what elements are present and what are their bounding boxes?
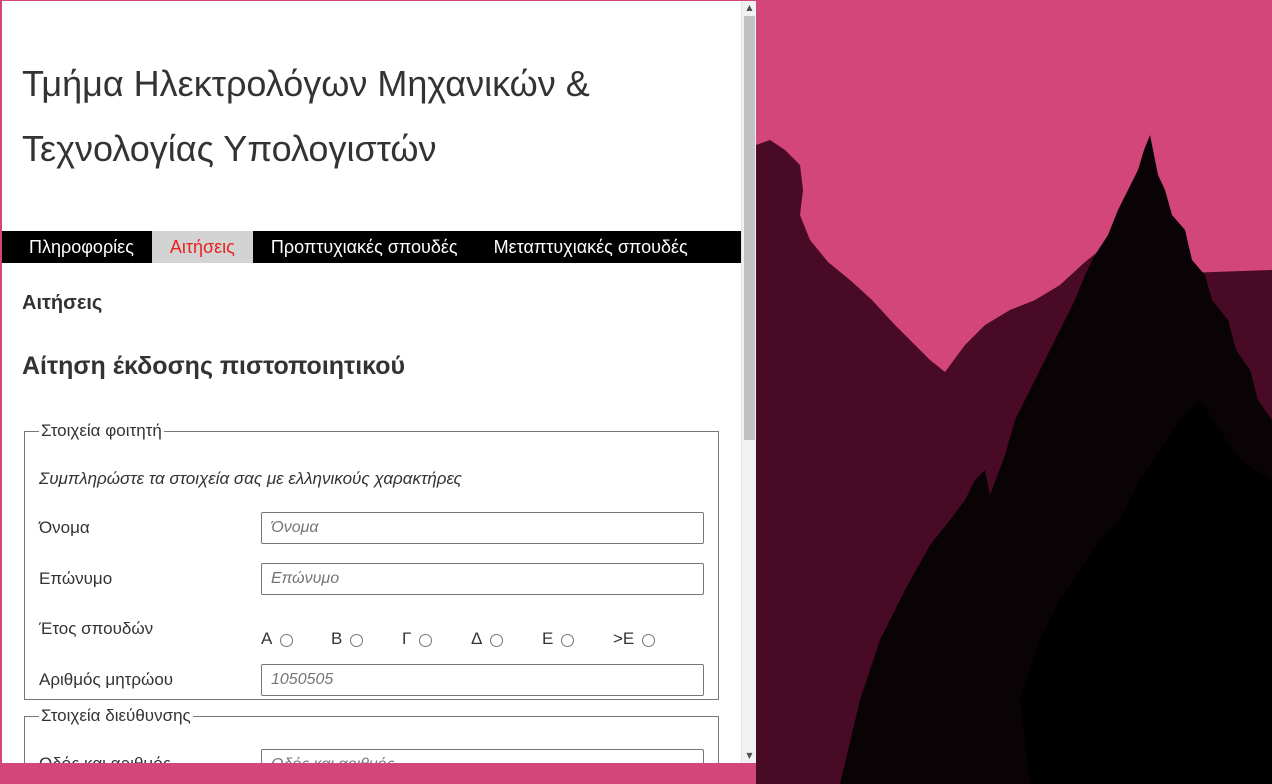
radio-button[interactable] [561,634,575,647]
nav-item-postgraduate[interactable]: Μεταπτυχιακές σπουδές [476,231,706,263]
student-fieldset: Στοιχεία φοιτητή Συμπληρώστε τα στοιχεία… [24,421,719,700]
year-option-b[interactable]: Β [331,629,364,649]
year-option-label: Ε [542,629,554,648]
year-option-c[interactable]: Γ [402,629,433,649]
site-title-line1: Τμήμα Ηλεκτρολόγων Μηχανικών & [22,63,590,104]
year-option-label: Γ [402,629,412,648]
vertical-scrollbar[interactable]: ▲ ▼ [741,1,756,763]
year-option-beyond-e[interactable]: >Ε [613,629,656,649]
address-legend: Στοιχεία διεύθυνσης [41,706,191,725]
year-option-a[interactable]: Α [261,629,294,649]
nav-item-applications[interactable]: Αιτήσεις [151,231,253,263]
site-title: Τμήμα Ηλεκτρολόγων Μηχανικών & Τεχνολογί… [22,51,722,181]
radio-button[interactable] [419,634,433,647]
first-name-input[interactable] [261,512,704,544]
last-name-label: Επώνυμο [39,569,113,588]
form-hint: Συμπληρώστε τα στοιχεία σας με ελληνικού… [39,469,462,488]
nav-item-undergraduate[interactable]: Προπτυχιακές σπουδές [253,231,476,263]
radio-button[interactable] [490,634,504,647]
radio-button[interactable] [350,634,364,647]
year-option-e[interactable]: Ε [542,629,575,649]
year-label: Έτος σπουδών [39,619,154,638]
student-legend: Στοιχεία φοιτητή [41,421,162,440]
section-label: Αιτήσεις [22,292,103,314]
last-name-input[interactable] [261,563,704,595]
street-input[interactable] [261,749,704,763]
form-title: Αίτηση έκδοσης πιστοποιητικού [22,352,406,380]
registration-label: Αριθμός μητρώου [39,670,174,689]
year-option-label: >Ε [613,629,635,648]
scrollbar-thumb[interactable] [744,16,755,440]
main-nav: Πληροφορίες Αιτήσεις Προπτυχιακές σπουδέ… [2,231,741,263]
year-option-label: Β [331,629,343,648]
year-option-label: Α [261,629,273,648]
scroll-up-icon[interactable]: ▲ [742,1,757,15]
page-panel: Τμήμα Ηλεκτρολόγων Μηχανικών & Τεχνολογί… [2,1,741,763]
radio-button[interactable] [280,634,294,647]
year-option-label: Δ [471,629,483,648]
scroll-down-icon[interactable]: ▼ [742,749,757,763]
street-label: Οδός και αριθμός [39,754,171,763]
radio-button[interactable] [642,634,656,647]
year-option-d[interactable]: Δ [471,629,504,649]
first-name-label: Όνομα [39,518,90,537]
address-fieldset: Στοιχεία διεύθυνσης Οδός και αριθμός [24,706,719,763]
registration-input[interactable] [261,664,704,696]
site-title-line2: Τεχνολογίας Υπολογιστών [22,128,437,169]
nav-item-info[interactable]: Πληροφορίες [2,231,152,263]
